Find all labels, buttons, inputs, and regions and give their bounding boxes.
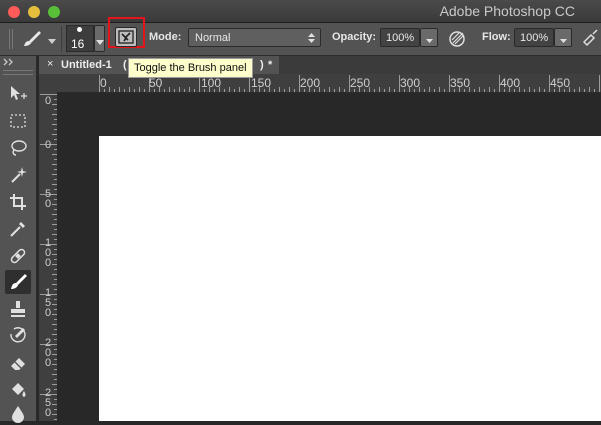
paint-bucket-tool[interactable] [5, 378, 31, 402]
magic-wand-tool[interactable] [5, 163, 31, 187]
ruler-label: 50 [44, 188, 52, 210]
ruler-label: 100 [201, 76, 222, 90]
opacity-input[interactable]: 100% [380, 28, 420, 47]
chevron-down-icon [48, 36, 56, 48]
minimize-window-button[interactable] [28, 6, 40, 18]
close-tab-icon[interactable]: × [47, 58, 53, 70]
ruler-label: 0 [44, 95, 52, 107]
water-drop-icon [12, 406, 24, 423]
move-icon [11, 86, 27, 100]
updown-arrows-icon [308, 32, 315, 47]
crop-tool[interactable] [5, 190, 31, 214]
airbrush-button[interactable] [579, 26, 601, 50]
ruler-label: 0 [100, 76, 107, 90]
brush-tool[interactable] [5, 270, 31, 294]
tool-preset-picker[interactable] [20, 28, 62, 50]
eraser-tool[interactable] [5, 351, 31, 375]
zoom-window-button[interactable] [48, 6, 60, 18]
magic-wand-icon [11, 167, 27, 183]
flow-input[interactable]: 100% [514, 28, 554, 47]
document-title-trail: ) [260, 59, 264, 71]
ruler-label: 250 [44, 387, 52, 419]
brush-tip-dot [77, 27, 82, 32]
opacity-slider-button[interactable] [420, 28, 438, 47]
ruler-label: 200 [300, 76, 321, 90]
close-window-button[interactable] [8, 6, 20, 18]
flow-value: 100% [520, 32, 549, 44]
app-title: Adobe Photoshop CC [439, 3, 575, 19]
marquee-tool[interactable] [5, 109, 31, 133]
opacity-label: Opacity: [332, 31, 377, 43]
lasso-icon [11, 140, 27, 156]
brush-size-value: 16 [71, 37, 85, 51]
ruler-label: 150 [44, 287, 52, 319]
options-grip [4, 23, 20, 55]
ruler-label: 100 [44, 237, 52, 269]
options-bar: 16 Mode: Normal Opacity: 100% Flow: 100% [0, 17, 601, 56]
vertical-ruler[interactable]: 0 0 50 100 150 200 250 [39, 92, 58, 421]
pressure-opacity-button[interactable] [445, 26, 471, 50]
flow-slider-button[interactable] [554, 28, 572, 47]
ruler-label: 150 [251, 76, 272, 90]
tools-panel [0, 56, 37, 423]
brush-icon [20, 28, 44, 53]
brush-preset-picker[interactable]: 16 [66, 25, 94, 52]
divider [61, 26, 62, 52]
eraser-icon [11, 358, 25, 370]
eyedropper-tool[interactable] [5, 217, 31, 241]
ruler-label: 50 [149, 76, 163, 90]
ruler-label: 0 [44, 139, 52, 151]
brush-panel-icon [118, 29, 134, 48]
chevron-down-icon [426, 35, 433, 47]
bandage-icon [10, 248, 26, 264]
mode-select[interactable]: Normal [188, 28, 321, 47]
ruler-label: 250 [350, 76, 371, 90]
mode-value: Normal [195, 32, 231, 44]
document-canvas[interactable] [99, 136, 601, 421]
ruler-label: 450 [550, 76, 571, 90]
move-tool[interactable] [5, 82, 31, 106]
eyedropper-icon [10, 222, 25, 237]
panel-grip [3, 70, 33, 75]
ruler-label: 300 [400, 76, 421, 90]
brush-icon [11, 274, 27, 289]
airbrush-icon [581, 28, 601, 51]
horizontal-ruler[interactable]: 0 50 100 150 200 250 300 350 400 450 [39, 74, 601, 93]
opacity-value: 100% [386, 32, 415, 44]
toggle-brush-panel-button[interactable] [115, 27, 137, 47]
history-brush-icon [10, 327, 26, 343]
collapse-panel-icon[interactable] [2, 58, 32, 68]
unsaved-indicator: * [268, 59, 273, 71]
healing-brush-tool[interactable] [5, 244, 31, 268]
ruler-label: 350 [450, 76, 471, 90]
marquee-icon [10, 114, 26, 128]
title-bar: Adobe Photoshop CC [0, 0, 601, 23]
document-tab-bar: × Untitled-1 ( ) * [39, 56, 601, 74]
chevron-down-icon [96, 37, 104, 49]
ruler-label: 200 [44, 337, 52, 369]
history-brush-tool[interactable] [5, 324, 31, 348]
document-title: Untitled-1 [61, 59, 112, 71]
tooltip: Toggle the Brush panel [128, 58, 253, 78]
pressure-opacity-icon [448, 28, 468, 51]
ruler-label: 400 [500, 76, 521, 90]
crop-icon [10, 194, 26, 210]
clone-stamp-tool[interactable] [5, 297, 31, 321]
blur-tool[interactable] [5, 401, 31, 425]
paint-bucket-icon [12, 383, 26, 397]
chevron-down-icon [560, 35, 567, 47]
brush-preset-dropdown[interactable] [94, 25, 105, 52]
flow-label: Flow: [482, 31, 511, 43]
stamp-icon [11, 301, 25, 317]
mode-label: Mode: [149, 31, 182, 43]
document-title-suffix: ( [123, 59, 127, 71]
lasso-tool[interactable] [5, 136, 31, 160]
